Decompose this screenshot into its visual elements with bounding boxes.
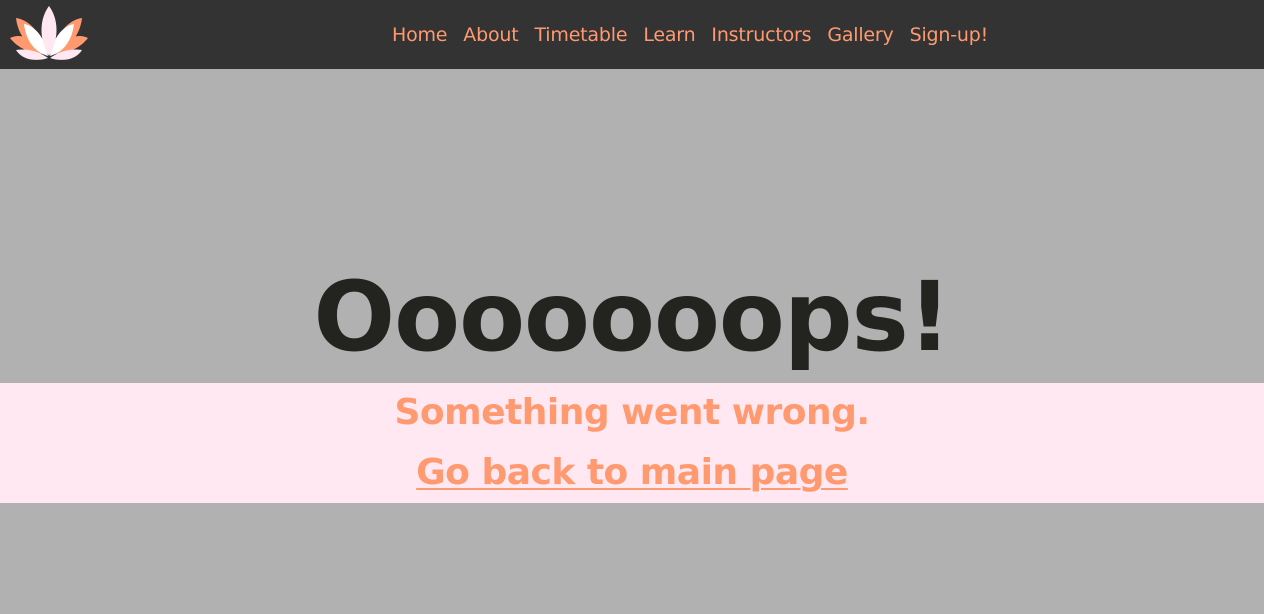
main-nav: Home About Timetable Learn Instructors G… (380, 0, 1000, 69)
back-to-main-link[interactable]: Go back to main page (416, 452, 848, 493)
error-message: Something went wrong. (394, 392, 870, 433)
nav-link-learn[interactable]: Learn (643, 24, 695, 46)
nav-link-about[interactable]: About (463, 24, 518, 46)
navbar: Home About Timetable Learn Instructors G… (0, 0, 1264, 69)
error-heading: Ooooooops! (313, 261, 952, 373)
nav-link-instructors[interactable]: Instructors (711, 24, 811, 46)
nav-link-sign-up[interactable]: Sign-up! (910, 24, 989, 46)
nav-link-gallery[interactable]: Gallery (827, 24, 893, 46)
back-link-container: Go back to main page (0, 450, 1264, 496)
lotus-logo-icon[interactable] (8, 4, 90, 62)
nav-link-timetable[interactable]: Timetable (534, 24, 627, 46)
nav-link-home[interactable]: Home (392, 24, 448, 46)
